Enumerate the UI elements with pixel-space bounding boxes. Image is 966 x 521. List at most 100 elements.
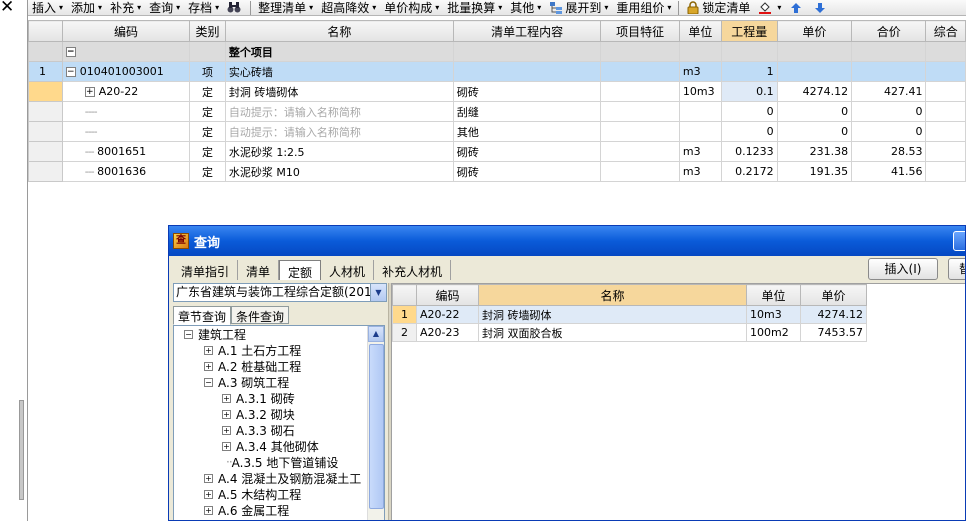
quota-library-select[interactable]: 广东省建筑与装饰工程综合定额(201 ▼ xyxy=(173,283,387,302)
expand-toggle[interactable]: + xyxy=(222,393,231,403)
find-button[interactable] xyxy=(223,0,247,15)
tree-node[interactable]: + A.5 木结构工程 xyxy=(174,486,384,502)
unit-cell[interactable]: 100m2 xyxy=(746,323,801,342)
collapse-toggle[interactable]: − xyxy=(204,377,213,387)
insert-menu[interactable]: 插入 ▾ xyxy=(28,0,67,15)
expand-toggle[interactable]: + xyxy=(204,345,213,355)
feature-cell[interactable] xyxy=(600,61,680,82)
composite-cell[interactable] xyxy=(925,101,966,122)
unit-price-cell[interactable]: 0 xyxy=(776,121,853,142)
feature-cell[interactable] xyxy=(600,81,680,102)
code-cell[interactable]: − xyxy=(61,41,191,62)
type-cell[interactable]: 定 xyxy=(189,81,226,102)
header-feature[interactable]: 项目特征 xyxy=(600,20,680,42)
header-composite[interactable]: 综合 xyxy=(925,20,966,42)
content-cell[interactable] xyxy=(452,61,602,82)
query-menu[interactable]: 查询 ▾ xyxy=(145,0,184,15)
table-row[interactable]: + A20-22 定 封洞 砖墙砌体 砌砖 10m3 0.1 4274.12 42… xyxy=(28,81,966,102)
type-cell[interactable]: 定 xyxy=(189,101,226,122)
type-cell[interactable]: 定 xyxy=(189,121,226,142)
code-cell[interactable]: −010401003001 xyxy=(61,61,191,82)
total-price-cell[interactable] xyxy=(851,61,927,82)
header-content[interactable]: 清单工程内容 xyxy=(452,20,602,42)
total-price-cell[interactable]: 28.53 xyxy=(851,141,927,162)
scroll-up-icon[interactable]: ▲ xyxy=(368,326,384,342)
unit-price-cell[interactable]: 191.35 xyxy=(776,161,853,182)
unit-price-cell[interactable]: 4274.12 xyxy=(800,305,867,324)
tree-node[interactable]: − 建筑工程 xyxy=(174,326,384,342)
unit-cell[interactable]: m3 xyxy=(678,61,722,82)
tab-chapter-search[interactable]: 章节查询 xyxy=(173,306,232,325)
name-cell[interactable]: 封洞 双面胶合板 xyxy=(478,323,747,342)
quantity-cell[interactable]: 1 xyxy=(720,61,778,82)
tree-scrollbar[interactable]: ▲ xyxy=(367,326,384,520)
other-menu[interactable]: 其他 ▾ xyxy=(506,0,545,15)
header-quantity[interactable]: 工程量 xyxy=(720,20,778,42)
feature-cell[interactable] xyxy=(600,161,680,182)
lock-list-button[interactable]: 锁定清单 xyxy=(682,0,754,15)
content-cell[interactable]: 砌砖 xyxy=(452,81,602,102)
quantity-cell[interactable] xyxy=(720,41,778,62)
tree-node[interactable]: + A.3.4 其他砌体 xyxy=(174,438,384,454)
unit-cell[interactable]: 10m3 xyxy=(746,305,801,324)
table-row[interactable]: 1 A20-22 封洞 砖墙砌体 10m3 4274.12 xyxy=(392,305,867,324)
expand-toggle[interactable]: + xyxy=(204,505,213,515)
composite-cell[interactable] xyxy=(925,61,966,82)
tree-node[interactable]: + A.3.2 砌块 xyxy=(174,406,384,422)
type-cell[interactable]: 项 xyxy=(189,61,226,82)
tree-node[interactable]: + A.3.1 砌砖 xyxy=(174,390,384,406)
tab-bill-guide[interactable]: 清单指引 xyxy=(173,260,239,280)
move-down-button[interactable] xyxy=(809,0,833,15)
code-cell[interactable]: A20-23 xyxy=(416,323,479,342)
type-cell[interactable]: 定 xyxy=(189,161,226,182)
header-name[interactable]: 名称 xyxy=(224,20,454,42)
header-total-price[interactable]: 合价 xyxy=(851,20,927,42)
expand-toggle[interactable]: + xyxy=(204,489,213,499)
composite-cell[interactable] xyxy=(925,161,966,182)
tree-node[interactable]: + A.6 金属工程 xyxy=(174,502,384,518)
unit-price-cell[interactable]: 0 xyxy=(776,101,853,122)
header-code[interactable]: 编码 xyxy=(416,284,479,306)
chevron-down-icon[interactable]: ▼ xyxy=(370,284,386,301)
insert-button[interactable]: 插入(I) xyxy=(868,258,938,280)
name-cell[interactable]: 水泥砂浆 1:2.5 xyxy=(224,141,454,162)
total-price-cell[interactable]: 0 xyxy=(851,101,927,122)
expand-toggle[interactable]: + xyxy=(204,473,213,483)
feature-cell[interactable] xyxy=(600,101,680,122)
code-cell[interactable]: --- 8001636 xyxy=(61,161,191,182)
collapse-toggle[interactable]: − xyxy=(184,329,193,339)
collapse-toggle[interactable]: − xyxy=(65,47,76,57)
name-cell[interactable]: 水泥砂浆 M10 xyxy=(224,161,454,182)
total-price-cell[interactable]: 0 xyxy=(851,121,927,142)
table-row[interactable]: 2 A20-23 封洞 双面胶合板 100m2 7453.57 xyxy=(392,323,867,342)
content-cell[interactable] xyxy=(452,41,602,62)
tab-supplement-labor-material[interactable]: 补充人材机 xyxy=(374,260,452,280)
unit-cell[interactable] xyxy=(678,121,722,142)
table-row[interactable]: ---- 定 自动提示：请输入名称简称 其他 0 0 0 xyxy=(28,121,966,142)
quantity-cell[interactable]: 0.1 xyxy=(720,81,778,102)
composite-cell[interactable] xyxy=(925,81,966,102)
tree-node[interactable]: ·· A.3.5 地下管道铺设 xyxy=(174,454,384,470)
tree-node[interactable]: + A.4 混凝土及钢筋混凝土工 xyxy=(174,470,384,486)
feature-cell[interactable] xyxy=(600,121,680,142)
table-row[interactable]: − 整个项目 xyxy=(28,41,966,62)
add-menu[interactable]: 添加 ▾ xyxy=(67,0,106,15)
tree-node[interactable]: + A.1 土石方工程 xyxy=(174,342,384,358)
tab-labor-material[interactable]: 人材机 xyxy=(321,260,375,280)
table-row[interactable]: --- 8001636 定 水泥砂浆 M10 砌砖 m3 0.2172 191.… xyxy=(28,161,966,182)
batch-conversion-menu[interactable]: 批量换算 ▾ xyxy=(443,0,506,15)
unit-price-cell[interactable] xyxy=(776,61,853,82)
height-reduction-menu[interactable]: 超高降效 ▾ xyxy=(317,0,380,15)
quantity-cell[interactable]: 0 xyxy=(720,101,778,122)
expand-to-menu[interactable]: 展开到 ▾ xyxy=(545,0,612,15)
unit-cell[interactable]: m3 xyxy=(678,141,722,162)
content-cell[interactable]: 刮缝 xyxy=(452,101,602,122)
code-cell[interactable]: A20-22 xyxy=(416,305,479,324)
type-cell[interactable] xyxy=(189,41,226,62)
reuse-pricing-menu[interactable]: 重用组价 ▾ xyxy=(612,0,675,15)
content-cell[interactable]: 其他 xyxy=(452,121,602,142)
minimize-button[interactable] xyxy=(953,231,965,251)
header-unit-price[interactable]: 单价 xyxy=(800,284,867,306)
dialog-titlebar[interactable]: 查 查询 xyxy=(169,226,965,256)
expand-toggle[interactable]: + xyxy=(222,409,231,419)
